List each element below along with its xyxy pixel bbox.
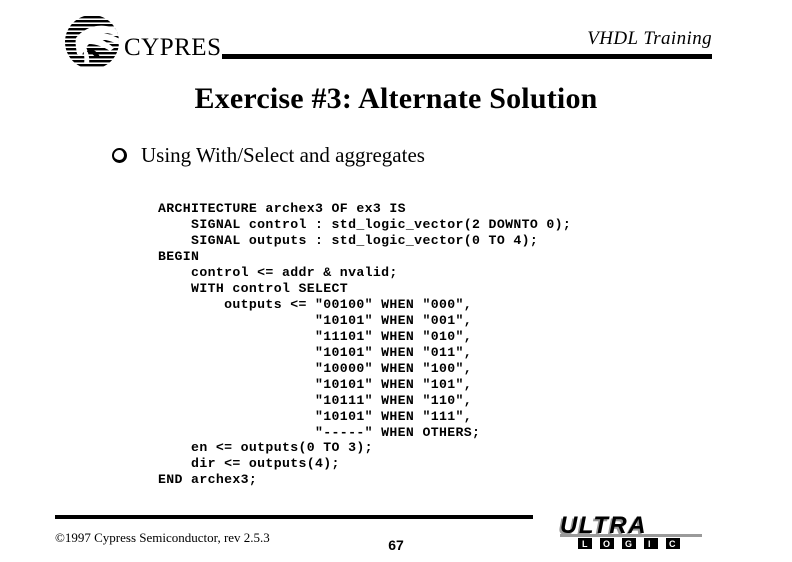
vhdl-code-block: ARCHITECTURE archex3 OF ex3 IS SIGNAL co… bbox=[158, 201, 572, 488]
bullet-item-label: Using With/Select and aggregates bbox=[141, 143, 425, 167]
header-divider bbox=[222, 54, 712, 59]
svg-text:L: L bbox=[582, 539, 588, 549]
svg-text:G: G bbox=[625, 539, 632, 549]
svg-text:C: C bbox=[669, 539, 676, 549]
svg-text:CYPRESS: CYPRESS bbox=[124, 34, 222, 61]
footer-divider bbox=[55, 515, 533, 519]
page-title: Exercise #3: Alternate Solution bbox=[194, 82, 598, 115]
header-title: VHDL Training bbox=[587, 28, 712, 49]
cypress-logo: CYPRESS bbox=[62, 14, 235, 70]
hollow-circle-bullet-icon bbox=[112, 148, 127, 163]
svg-text:O: O bbox=[603, 539, 610, 549]
bullet-item: Using With/Select and aggregates bbox=[112, 143, 425, 168]
ultra-logic-logo: ULTRA ULTRA L O G I C bbox=[556, 512, 716, 552]
svg-text:I: I bbox=[648, 539, 651, 549]
